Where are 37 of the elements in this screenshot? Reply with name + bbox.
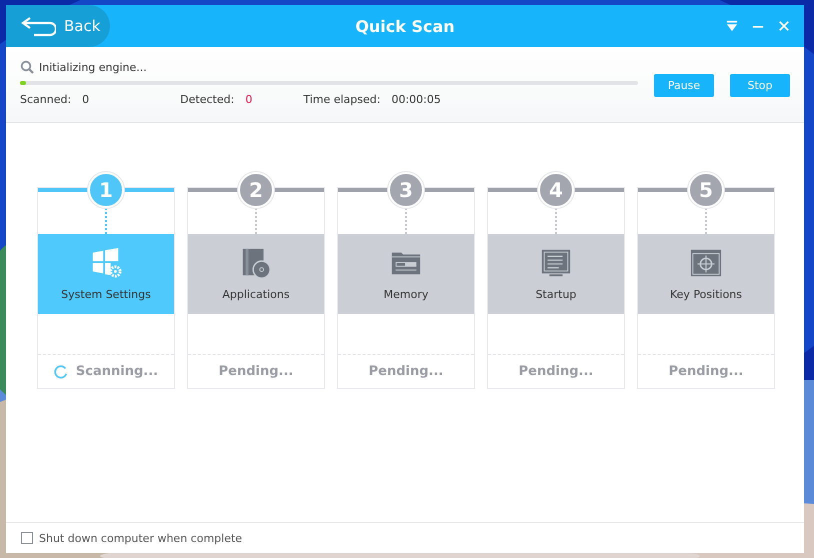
windows-gear-icon [90, 247, 122, 279]
step-label: Startup [536, 288, 576, 301]
step-status: Pending... [368, 364, 444, 379]
action-button[interactable]: Pause [654, 74, 714, 97]
step-label: Applications [222, 288, 290, 301]
step-label: System Settings [61, 288, 151, 301]
elapsed-time: 00:00:05 [391, 93, 441, 106]
step-status: Pending... [668, 364, 744, 379]
elapsed-label: Time elapsed: [303, 93, 380, 106]
step-number: 2 [238, 172, 274, 208]
step-number: 3 [388, 172, 424, 208]
search-icon [20, 60, 34, 74]
target-window-icon [690, 247, 722, 279]
action-button[interactable]: Stop [730, 74, 790, 97]
box-disc-icon [240, 247, 272, 279]
status-message: Initializing engine... [39, 60, 147, 74]
window-title: Quick Scan [355, 16, 455, 36]
detected-label: Detected: [180, 93, 234, 106]
dropdown-menu-icon[interactable] [726, 20, 738, 32]
spinner-icon [54, 364, 68, 378]
scanned-label: Scanned: [20, 93, 72, 106]
monitor-list-icon [540, 247, 572, 279]
step-number: 1 [88, 172, 124, 208]
shutdown-label: Shut down computer when complete [39, 532, 242, 544]
checkbox[interactable] [21, 532, 33, 544]
step-label: Memory [384, 288, 428, 301]
scanned-count: 0 [82, 93, 90, 106]
step-status: Scanning... [76, 364, 158, 379]
back-arrow-icon [20, 15, 56, 37]
step-status: Pending... [218, 364, 294, 379]
back-button[interactable]: Back [6, 5, 110, 47]
step-number: 4 [538, 172, 574, 208]
detected-count: 0 [245, 93, 254, 106]
step-status: Pending... [518, 364, 594, 379]
step-number: 5 [688, 172, 724, 208]
step-label: Key Positions [670, 288, 742, 301]
close-icon[interactable] [778, 20, 790, 32]
